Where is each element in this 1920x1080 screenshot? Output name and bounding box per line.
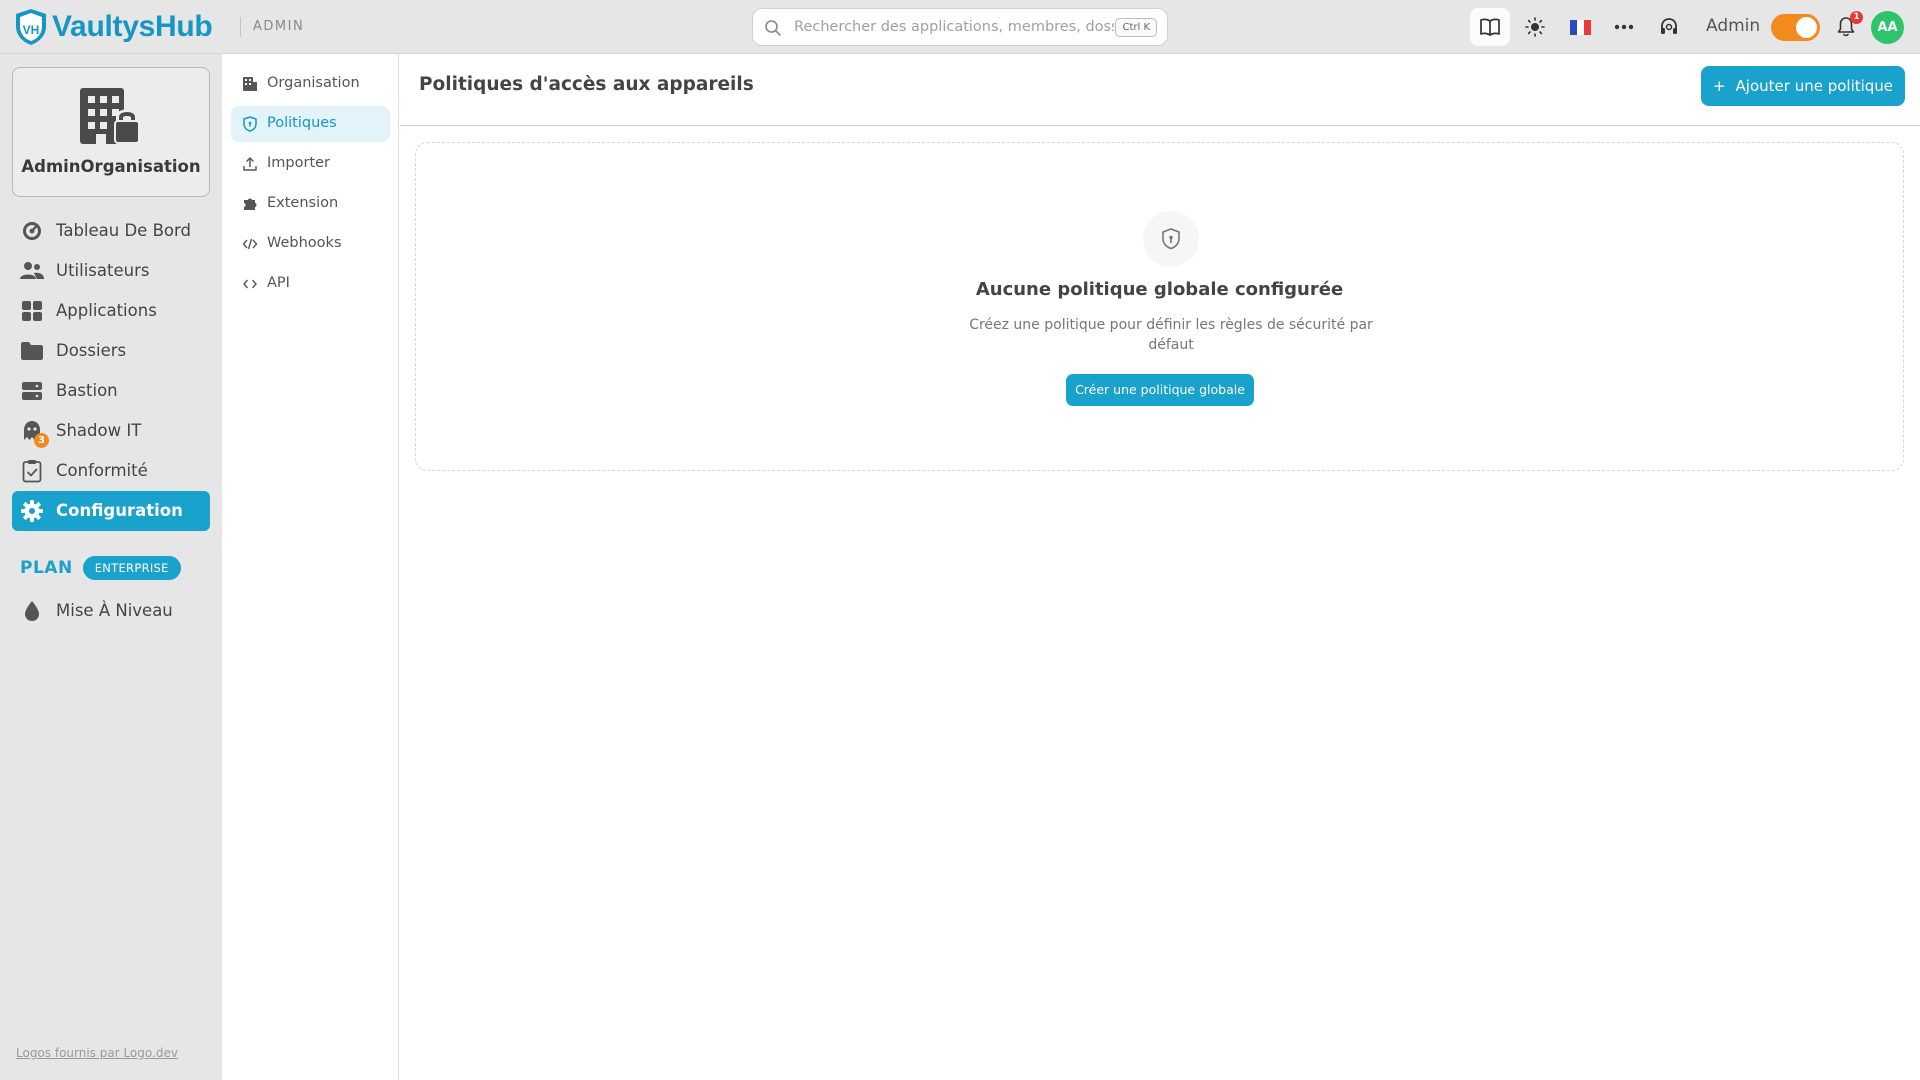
search-input[interactable]: Rechercher des applications, membres, do… (752, 8, 1168, 46)
subnav-item-label: Politiques (267, 115, 337, 131)
sidebar-item-dashboard[interactable]: Tableau De Bord (12, 211, 210, 251)
sidebar-item-bastion[interactable]: Bastion (12, 371, 210, 411)
sidebar-item-users[interactable]: Utilisateurs (12, 251, 210, 291)
section-tag: ADMIN (240, 17, 304, 37)
empty-state-icon-wrap (1143, 211, 1199, 267)
toggle-knob (1796, 17, 1817, 38)
search-shortcut: Ctrl K (1115, 18, 1157, 37)
sidebar-item-label: Bastion (56, 381, 118, 400)
plan-indicator: PLAN ENTERPRISE (20, 556, 181, 580)
book-icon (1480, 18, 1500, 36)
add-policy-label: Ajouter une politique (1735, 77, 1894, 95)
sidebar-item-label: Shadow IT (56, 421, 142, 440)
plan-badge: ENTERPRISE (82, 556, 181, 580)
puzzle-icon (242, 196, 258, 212)
code-slash-icon (242, 236, 258, 252)
subnav-item-import[interactable]: Importer (231, 146, 390, 182)
page-header: Politiques d'accès aux appareils + Ajout… (400, 54, 1920, 126)
subnav-item-label: Webhooks (267, 235, 342, 251)
folder-icon (20, 340, 44, 362)
vaultyshub-shield-icon: VH (16, 9, 46, 45)
subnav-item-policies[interactable]: Politiques (231, 106, 390, 142)
building-icon (242, 76, 258, 92)
add-policy-button[interactable]: + Ajouter une politique (1701, 66, 1905, 106)
upgrade-section: Mise À Niveau (12, 591, 210, 631)
apps-grid-icon (20, 300, 44, 322)
shield-icon (242, 116, 258, 132)
subnav-item-webhooks[interactable]: Webhooks (231, 226, 390, 262)
upload-icon (242, 156, 258, 172)
sidebar-item-label: Dossiers (56, 341, 127, 360)
more-dots-icon (1614, 24, 1634, 30)
sidebar-item-label: Utilisateurs (56, 261, 150, 280)
sidebar-item-applications[interactable]: Applications (12, 291, 210, 331)
admin-mode-toggle[interactable] (1771, 14, 1820, 41)
page-title: Politiques d'accès aux appareils (419, 74, 754, 95)
plan-label: PLAN (20, 558, 73, 578)
shield-icon (1162, 228, 1180, 250)
plus-icon: + (1712, 77, 1726, 95)
sidebar-item-configuration[interactable]: Configuration (12, 491, 210, 531)
sidebar-item-label: Conformité (56, 461, 148, 480)
subnav-item-organisation[interactable]: Organisation (231, 66, 390, 102)
language-button[interactable] (1560, 8, 1600, 46)
empty-state-card: Aucune politique globale configurée Crée… (415, 142, 1904, 471)
france-flag-icon (1569, 19, 1591, 35)
main-content: Politiques d'accès aux appareils + Ajout… (400, 54, 1920, 1080)
top-bar: VH VaultysHub ADMIN Rechercher des appli… (0, 0, 1920, 54)
dashboard-gauge-icon (20, 220, 44, 242)
sidebar-item-label: Configuration (56, 501, 183, 520)
subnav-item-label: Importer (267, 155, 331, 171)
organisation-card[interactable]: AdminOrganisation (12, 67, 210, 197)
server-icon (20, 380, 44, 402)
subnav-item-label: Extension (267, 195, 339, 211)
subnav-item-label: Organisation (267, 75, 360, 91)
subnav-item-api[interactable]: API (231, 266, 390, 302)
svg-text:VH: VH (23, 23, 40, 37)
search-placeholder: Rechercher des applications, membres, do… (794, 19, 1114, 35)
sidebar-item-label: Applications (56, 301, 157, 320)
create-global-policy-button[interactable]: Créer une politique globale (1066, 374, 1254, 406)
logo-dev-credit-link[interactable]: Logos fournis par Logo.dev (16, 1046, 178, 1060)
empty-state-title: Aucune politique globale configurée (975, 279, 1344, 300)
app-name: VaultysHub (52, 10, 213, 43)
sidebar-item-compliance[interactable]: Conformité (12, 451, 210, 491)
shadow-it-count-badge: 3 (34, 433, 49, 448)
support-headset-icon (1661, 18, 1677, 34)
gear-icon (20, 500, 44, 522)
building-lock-icon (80, 88, 140, 144)
sidebar-item-shadow-it[interactable]: 3 Shadow IT (12, 411, 210, 451)
configuration-subnav: Organisation Politiques Importer Extensi… (222, 54, 399, 1080)
notification-badge: 1 (1850, 11, 1863, 24)
sidebar-item-upgrade[interactable]: Mise À Niveau (12, 591, 210, 631)
subnav-item-label: API (267, 275, 290, 291)
app-logo[interactable]: VH VaultysHub (14, 7, 213, 47)
sidebar-item-label: Tableau De Bord (56, 221, 191, 240)
search-icon (765, 20, 781, 36)
empty-state-description: Créez une politique pour définir les règ… (969, 317, 1373, 353)
sun-icon (1525, 17, 1545, 37)
users-icon (20, 260, 44, 282)
organisation-name: AdminOrganisation (21, 157, 201, 176)
avatar[interactable]: AA (1871, 11, 1904, 44)
main-sidebar: AdminOrganisation Tableau De Bord Utilis… (0, 54, 222, 1080)
code-brackets-icon (242, 276, 258, 292)
sidebar-item-label: Mise À Niveau (56, 601, 173, 620)
drop-icon (20, 600, 44, 622)
sidebar-item-folders[interactable]: Dossiers (12, 331, 210, 371)
theme-button[interactable] (1515, 8, 1555, 46)
support-button[interactable] (1649, 8, 1689, 46)
docs-button[interactable] (1470, 8, 1510, 46)
clipboard-check-icon (20, 460, 44, 483)
role-label: Admin (1706, 16, 1761, 36)
more-button[interactable] (1604, 8, 1644, 46)
main-nav: Tableau De Bord Utilisateurs Application… (12, 211, 210, 531)
subnav-item-extension[interactable]: Extension (231, 186, 390, 222)
